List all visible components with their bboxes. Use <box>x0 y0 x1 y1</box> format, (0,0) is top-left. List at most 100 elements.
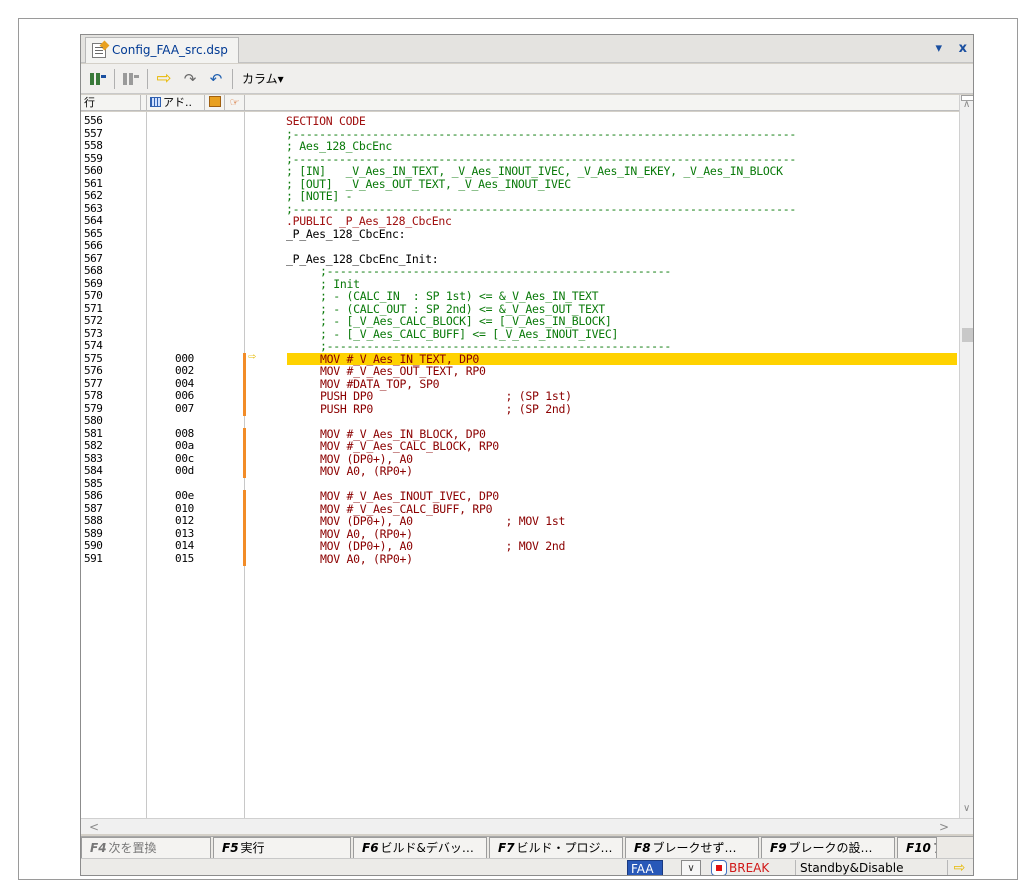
pc-column-header[interactable]: ☞ <box>225 95 245 111</box>
executable-line-marker[interactable] <box>243 440 246 453</box>
code-line[interactable]: 574 ;------------------------------------… <box>81 339 959 353</box>
executable-line-marker[interactable] <box>243 540 246 553</box>
source-text: MOV #_V_Aes_CALC_BLOCK, RP0 <box>320 439 499 453</box>
code-line[interactable]: 579 007 PUSH RP0 ; (SP 2nd) <box>81 402 959 416</box>
executable-line-marker[interactable] <box>243 490 246 503</box>
find-source-icon <box>123 72 139 85</box>
source-code-area[interactable]: 556 SECTION CODE 557 ;---------------------… <box>81 112 959 818</box>
code-line[interactable]: 566 <box>81 239 959 253</box>
code-line[interactable]: 584 00d MOV A0, (RP0+) <box>81 464 959 478</box>
forward-button[interactable]: ↷ <box>179 68 201 90</box>
fkey-label: 次を置換 <box>108 841 157 855</box>
executable-line-marker[interactable] <box>243 402 246 416</box>
fkey-label: ブレークせず… <box>652 841 737 855</box>
go-to-address-button[interactable] <box>87 68 109 90</box>
find-address-icon <box>90 72 106 85</box>
fkey-f5[interactable]: F5 実行 <box>213 837 351 859</box>
executable-line-marker[interactable] <box>243 377 246 391</box>
show-current-pc-button[interactable]: ⇨ <box>153 68 175 90</box>
toolbar-separator <box>114 68 115 89</box>
scroll-left-icon[interactable]: < <box>89 820 99 834</box>
code-line[interactable]: 581 008 MOV #_V_Aes_IN_BLOCK, DP0 <box>81 427 959 441</box>
document-tab[interactable]: Config_FAA_src.dsp <box>85 37 239 63</box>
chevron-down-icon[interactable]: ∨ <box>681 860 701 875</box>
code-line[interactable]: 563 ;------------------------------------… <box>81 202 959 216</box>
fkey-f9[interactable]: F9 ブレークの設… <box>761 837 895 859</box>
executable-line-marker[interactable] <box>243 427 246 441</box>
source-text: PUSH DP0 ; (SP 1st) <box>320 389 572 403</box>
executable-line-marker[interactable] <box>243 390 246 403</box>
code-line[interactable]: 565 _P_Aes_128_CbcEnc: <box>81 226 959 241</box>
breakpoint-column-header[interactable] <box>205 95 225 111</box>
executable-line-marker[interactable] <box>243 527 246 541</box>
code-line[interactable]: 562 ; [NOTE] - <box>81 189 959 203</box>
code-line[interactable]: 576 002 MOV #_V_Aes_OUT_TEXT, RP0 <box>81 364 959 378</box>
code-line[interactable]: 582 00a MOV #_V_Aes_CALC_BLOCK, RP0 <box>81 439 959 453</box>
break-label: BREAK <box>729 861 770 875</box>
fkey-code: F7 <box>498 841 515 855</box>
executable-line-marker[interactable] <box>243 365 246 378</box>
scroll-down-icon[interactable]: ∨ <box>963 803 970 814</box>
code-line[interactable]: 585 <box>81 477 959 491</box>
code-line[interactable]: 560 ; [IN] _V_Aes_IN_TEXT, _V_Aes_INOUT_I… <box>81 164 959 178</box>
scroll-up-icon[interactable]: ∧ <box>963 99 970 110</box>
source-text: MOV A0, (RP0+) <box>320 551 413 566</box>
code-line[interactable]: 590 014 MOV (DP0+), A0 ; MOV 2nd <box>81 539 959 553</box>
back-button[interactable]: ↶ <box>205 68 227 90</box>
source-window: Config_FAA_src.dsp ▾ x ⇨ ↷ ↶ カラム▾ 行 アド.. <box>80 34 974 876</box>
executable-line-marker[interactable] <box>243 465 246 478</box>
address: 00a <box>175 439 194 452</box>
code-line[interactable]: 556 SECTION CODE <box>81 114 959 128</box>
executable-line-marker[interactable] <box>243 452 246 466</box>
code-line[interactable]: 580 <box>81 414 959 428</box>
line-number: 590 <box>84 539 103 552</box>
code-line[interactable]: 570 ; - (CALC_IN : SP 1st) <= &_V_Aes_IN_… <box>81 289 959 303</box>
line-number: 562 <box>84 189 103 202</box>
code-line[interactable]: 568 ;------------------------------------… <box>81 264 959 278</box>
fkey-f6[interactable]: F6 ビルド&デバッ… <box>353 837 487 859</box>
source-text: ; [NOTE] - <box>286 189 353 203</box>
close-icon[interactable]: x <box>959 41 967 56</box>
function-key-bar: F4 次を置換 F5 実行 F6 ビルド&デバッ… F7 ビルド・プロジ… F8 ブレークせず… F… <box>81 836 973 859</box>
code-line[interactable]: 557 ;------------------------------------… <box>81 127 959 141</box>
column-header: 行 アド.. ☞ <box>81 95 959 111</box>
column-menu-button[interactable]: カラム▾ <box>242 70 284 87</box>
source-text: _P_Aes_128_CbcEnc: <box>286 226 406 241</box>
code-line[interactable]: 575 000 ⇨ MOV #_V_Aes_IN_TEXT, DP0 <box>81 350 959 366</box>
line-column-header[interactable]: 行 <box>81 95 141 111</box>
code-line[interactable]: 572 ; - [_V_Aes_CALC_BLOCK] <= [_V_Aes_IN… <box>81 314 959 328</box>
code-line[interactable]: 588 012 MOV (DP0+), A0 ; MOV 1st <box>81 514 959 528</box>
code-line[interactable]: 558 ; Aes_128_CbcEnc <box>81 139 959 153</box>
vertical-scrollbar[interactable]: ∧ ∨ <box>959 95 973 818</box>
code-line[interactable]: 564 .PUBLIC _P_Aes_128_CbcEnc <box>81 214 959 228</box>
fkey-f4[interactable]: F4 次を置換 <box>81 837 211 859</box>
executable-line-marker[interactable] <box>243 552 246 566</box>
code-line[interactable]: 561; [OUT] _V_Aes_OUT_TEXT, _V_Aes_INOUT… <box>81 177 959 191</box>
scroll-right-icon[interactable]: > <box>939 820 949 834</box>
line-number: 566 <box>84 239 103 252</box>
line-number: 568 <box>84 264 103 277</box>
line-number: 574 <box>84 339 103 352</box>
code-line[interactable]: 578 006 PUSH DP0 ; (SP 1st) <box>81 389 959 403</box>
break-status[interactable]: BREAK <box>709 860 770 875</box>
go-to-source-button[interactable] <box>120 68 142 90</box>
fkey-f7[interactable]: F7 ビルド・プロジ… <box>489 837 623 859</box>
executable-line-marker[interactable] <box>243 502 246 516</box>
code-line[interactable]: 586 00e MOV #_V_Aes_INOUT_IVEC, DP0 <box>81 489 959 503</box>
code-line[interactable]: 583 00c MOV (DP0+), A0 <box>81 452 959 466</box>
fkey-f10[interactable]: F10ア <box>897 837 937 859</box>
fkey-f8[interactable]: F8 ブレークせず… <box>625 837 759 859</box>
address-column-header[interactable]: アド.. <box>147 95 205 111</box>
target-select[interactable]: FAA <box>627 860 663 875</box>
executable-line-marker[interactable] <box>243 352 246 366</box>
window-menu-dropdown-icon[interactable]: ▾ <box>936 41 943 56</box>
source-text: ; [IN] _V_Aes_IN_TEXT, _V_Aes_INOUT_IVEC… <box>286 164 783 178</box>
scroll-thumb[interactable] <box>962 328 973 342</box>
source-text: ; - (CALC_IN : SP 1st) <= &_V_Aes_IN_TEX… <box>320 289 599 303</box>
go-arrow-icon[interactable]: ⇨ <box>947 860 971 875</box>
code-line[interactable]: 591 015 MOV A0, (RP0+) <box>81 551 959 566</box>
fkey-code: F8 <box>634 841 651 855</box>
source-text: .PUBLIC _P_Aes_128_CbcEnc <box>286 214 452 228</box>
executable-line-marker[interactable] <box>243 515 246 528</box>
horizontal-scrollbar[interactable]: < > <box>81 818 973 834</box>
